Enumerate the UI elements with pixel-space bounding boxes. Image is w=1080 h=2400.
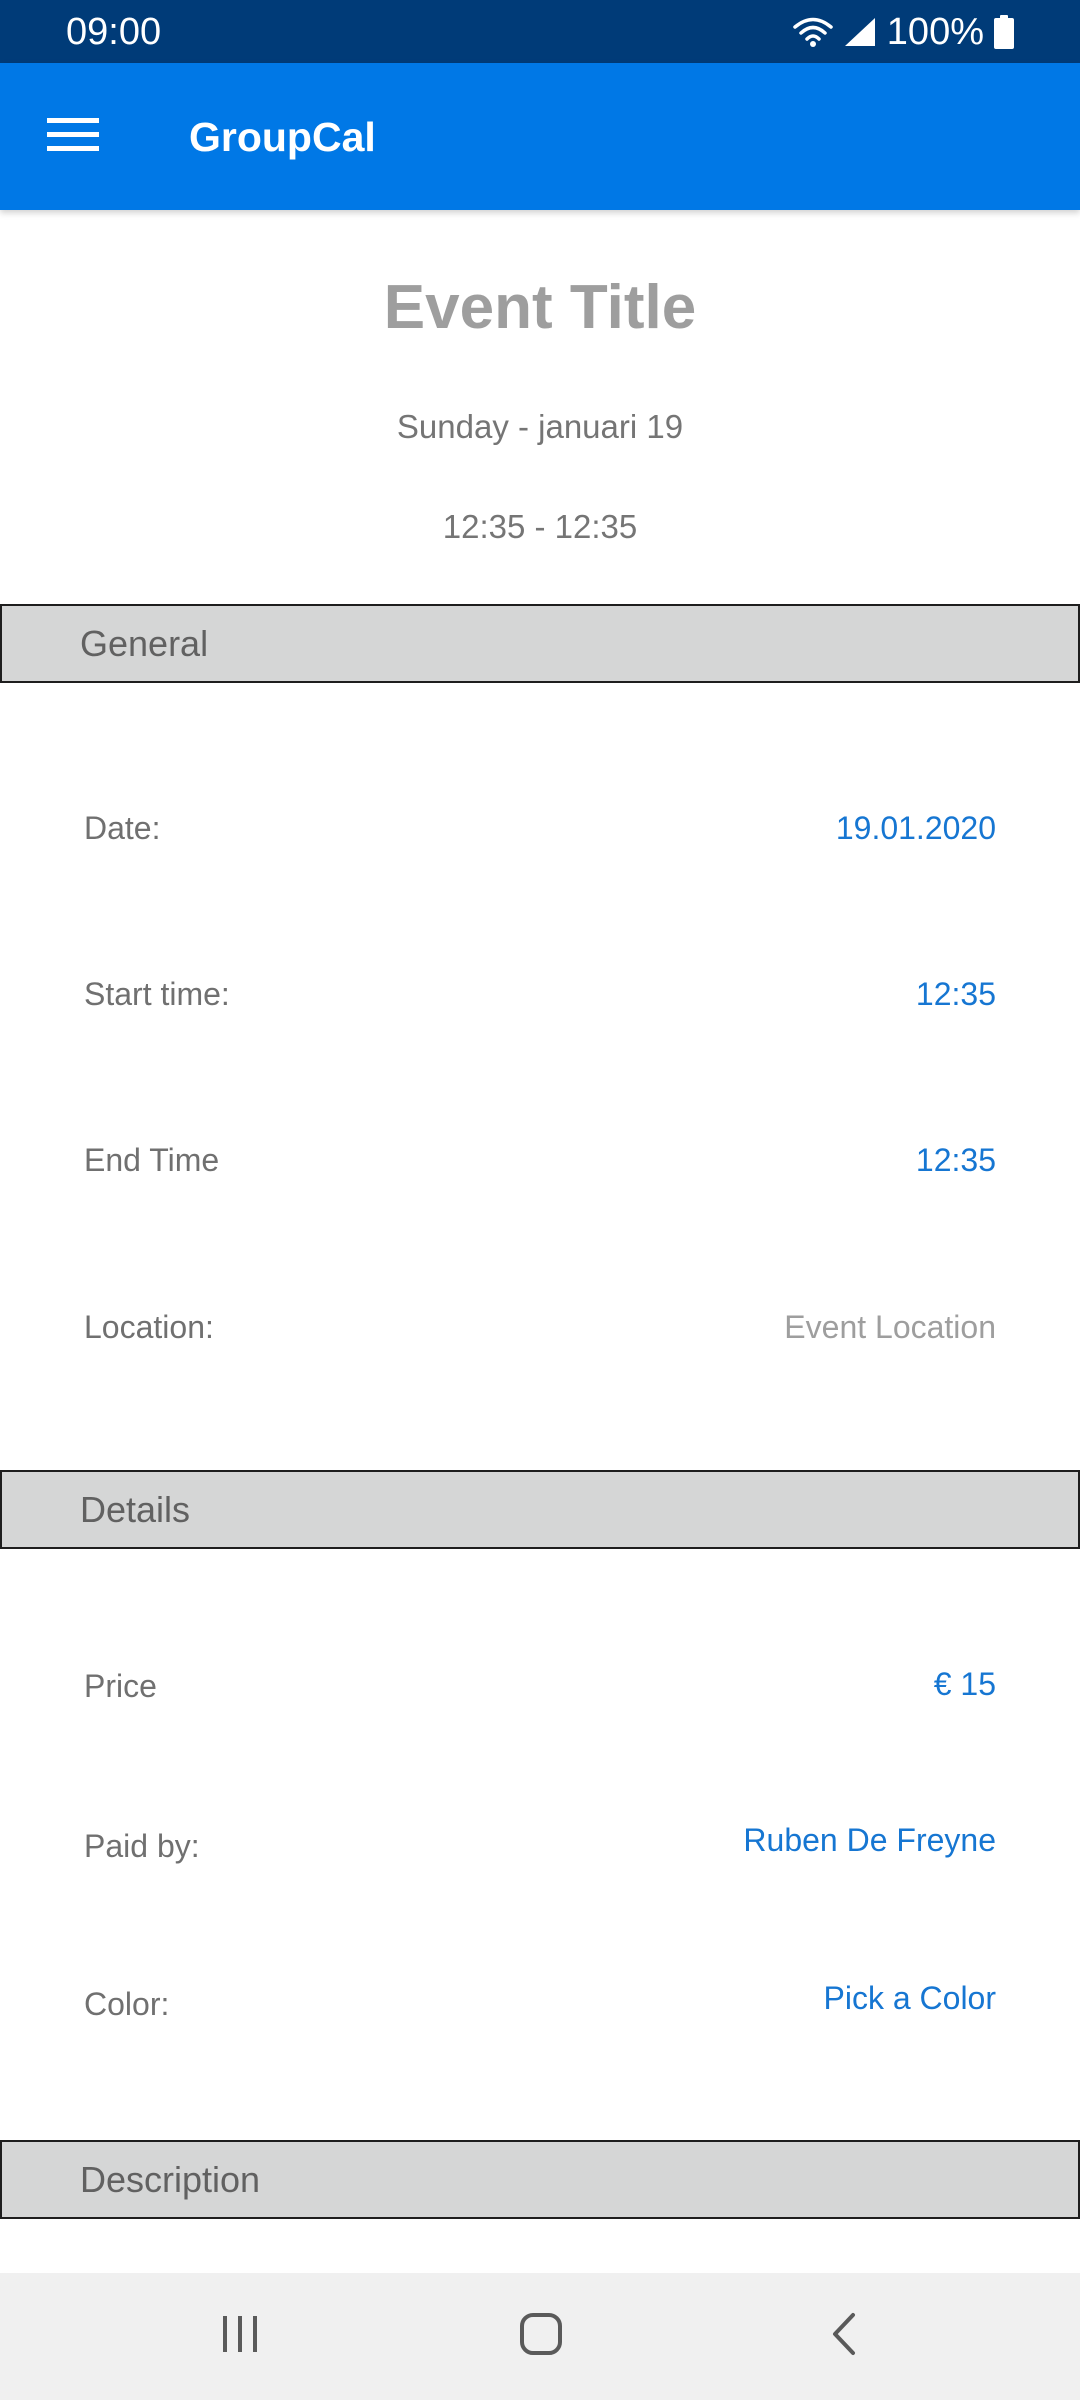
section-header-description: Description [0, 2140, 1080, 2219]
battery-percent: 100% [886, 10, 984, 53]
paid-by-label: Paid by: [84, 1828, 200, 1864]
paid-by-value[interactable]: Ruben De Freyne [743, 1818, 996, 1862]
system-nav-bar [0, 2273, 1080, 2400]
battery-icon [994, 15, 1014, 49]
hamburger-menu-icon [47, 116, 99, 159]
date-label: Date: [84, 810, 161, 846]
menu-button[interactable] [30, 99, 116, 175]
start-time-value[interactable]: 12:35 [916, 972, 996, 1016]
app-bar: GroupCal [0, 63, 1080, 210]
end-time-value[interactable]: 12:35 [916, 1138, 996, 1182]
event-time-line: 12:35 - 12:35 [442, 508, 638, 545]
recent-apps-icon [220, 2314, 260, 2359]
event-title: Event Title [383, 273, 697, 342]
home-button[interactable] [481, 2296, 601, 2376]
recent-apps-button[interactable] [180, 2296, 300, 2376]
section-header-details: Details [0, 1470, 1080, 1549]
start-time-label: Start time: [84, 976, 230, 1012]
event-date-line: Sunday - januari 19 [396, 408, 684, 445]
back-button[interactable] [784, 2296, 904, 2376]
wifi-icon [793, 16, 833, 48]
home-icon [519, 2312, 563, 2361]
signal-icon [843, 16, 877, 48]
section-title-description: Description [80, 2159, 261, 2200]
status-bar: 09:00 100% [0, 0, 1080, 63]
pick-color-button[interactable]: Pick a Color [824, 1976, 997, 2020]
location-input[interactable]: Event Location [784, 1305, 996, 1349]
color-label: Color: [84, 1986, 170, 2022]
section-title-details: Details [80, 1489, 191, 1530]
section-title-general: General [80, 623, 209, 664]
end-time-label: End Time [84, 1142, 220, 1178]
status-time: 09:00 [66, 11, 162, 53]
location-label: Location: [84, 1309, 214, 1345]
app-title: GroupCal [189, 114, 376, 160]
date-value[interactable]: 19.01.2020 [836, 806, 996, 850]
price-value[interactable]: € 15 [934, 1662, 996, 1706]
back-icon [829, 2312, 859, 2361]
price-label: Price [84, 1668, 157, 1704]
section-header-general: General [0, 604, 1080, 683]
status-icons: 100% [793, 8, 1014, 56]
